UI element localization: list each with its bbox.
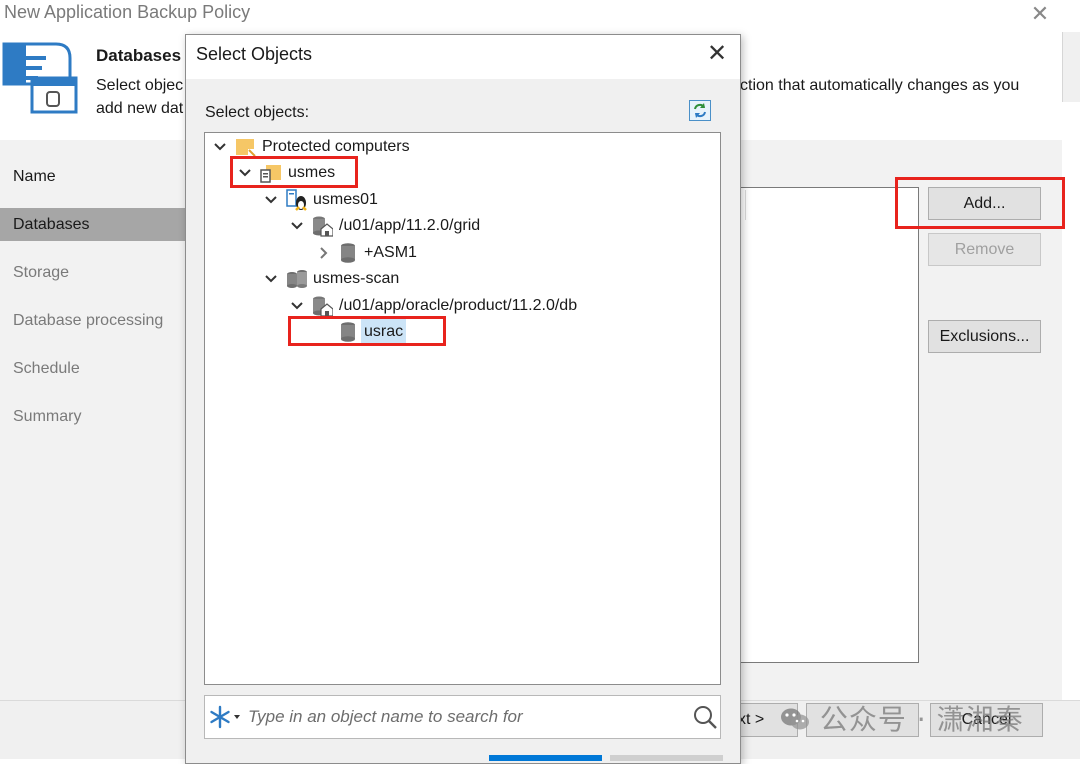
nav-step-storage[interactable]: Storage — [0, 256, 185, 289]
linux-server-icon — [286, 189, 307, 211]
annotation-add-highlight — [895, 177, 1065, 229]
annotation-usrac-highlight — [288, 316, 446, 346]
tree-item-usmes-scan[interactable]: usmes-scan — [313, 266, 399, 292]
object-search-input[interactable] — [246, 703, 686, 731]
objects-list[interactable] — [740, 187, 919, 663]
watermark-text: 公众号 · 潇湘秦 — [819, 703, 1024, 736]
page-description-line2: add new dat — [96, 100, 184, 117]
policy-database-icon — [2, 42, 78, 114]
search-icon[interactable] — [692, 703, 718, 731]
annotation-usmes-highlight — [230, 156, 358, 188]
dialog-close-icon[interactable]: ✕ — [703, 40, 731, 68]
page-heading: Databases — [96, 46, 182, 65]
list-column-divider — [745, 190, 746, 220]
select-objects-label: Select objects: — [205, 104, 310, 121]
dialog-title: Select Objects — [196, 44, 313, 64]
search-filter-icon[interactable] — [208, 704, 242, 730]
page-description-right: ction that automatically changes as you — [740, 77, 1020, 94]
wechat-icon — [781, 708, 809, 730]
tree-item-usmes01[interactable]: usmes01 — [313, 187, 378, 213]
exclusions-button[interactable]: Exclusions... — [928, 320, 1041, 353]
wizard-steps-nav: Name Databases Storage Database processi… — [0, 140, 185, 700]
watermark: 公众号 · 潇湘秦 — [780, 698, 1024, 738]
database-cluster-icon — [287, 270, 307, 288]
refresh-icon[interactable] — [689, 100, 711, 121]
nav-step-schedule[interactable]: Schedule — [0, 352, 185, 385]
folder-icon — [236, 139, 256, 157]
nav-step-database-processing[interactable]: Database processing — [0, 304, 185, 337]
window-close-icon[interactable]: ✕ — [1026, 2, 1054, 26]
expand-caret-protected[interactable] — [213, 134, 227, 160]
page-description-left: Select objec add new dat — [96, 74, 186, 120]
page-description-line1: Select objec — [96, 77, 184, 94]
tree-item-grid-home[interactable]: /u01/app/11.2.0/grid — [339, 213, 480, 239]
remove-button[interactable]: Remove — [928, 233, 1041, 266]
header-edge — [1062, 32, 1080, 102]
expand-caret-asm1[interactable] — [316, 240, 330, 266]
dialog-ok-button[interactable] — [489, 755, 602, 761]
nav-step-summary[interactable]: Summary — [0, 400, 185, 433]
expand-caret-usmes01[interactable] — [264, 187, 278, 213]
window-title: New Application Backup Policy — [4, 2, 251, 22]
oracle-home-icon — [313, 216, 333, 237]
dialog-cancel-button[interactable] — [610, 755, 723, 761]
nav-step-databases[interactable]: Databases — [0, 208, 185, 241]
nav-step-name[interactable]: Name — [0, 160, 185, 193]
oracle-home-icon — [313, 296, 333, 317]
tree-item-asm1[interactable]: +ASM1 — [364, 240, 417, 266]
expand-caret-grid-home[interactable] — [290, 213, 304, 239]
database-icon — [341, 243, 355, 263]
expand-caret-usmes-scan[interactable] — [264, 266, 278, 292]
